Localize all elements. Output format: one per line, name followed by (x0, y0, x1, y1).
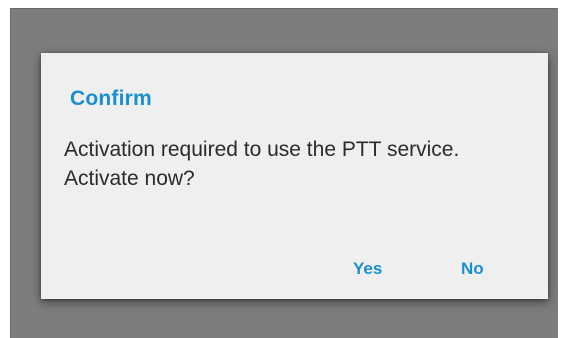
dialog-actions: Yes No (41, 239, 548, 299)
screen-backdrop: Confirm Activation required to use the P… (10, 8, 558, 338)
yes-button[interactable]: Yes (345, 253, 390, 285)
no-button[interactable]: No (453, 253, 492, 285)
confirm-dialog: Confirm Activation required to use the P… (41, 53, 548, 299)
dialog-message: Activation required to use the PTT servi… (64, 138, 460, 190)
dialog-title: Confirm (70, 87, 152, 110)
